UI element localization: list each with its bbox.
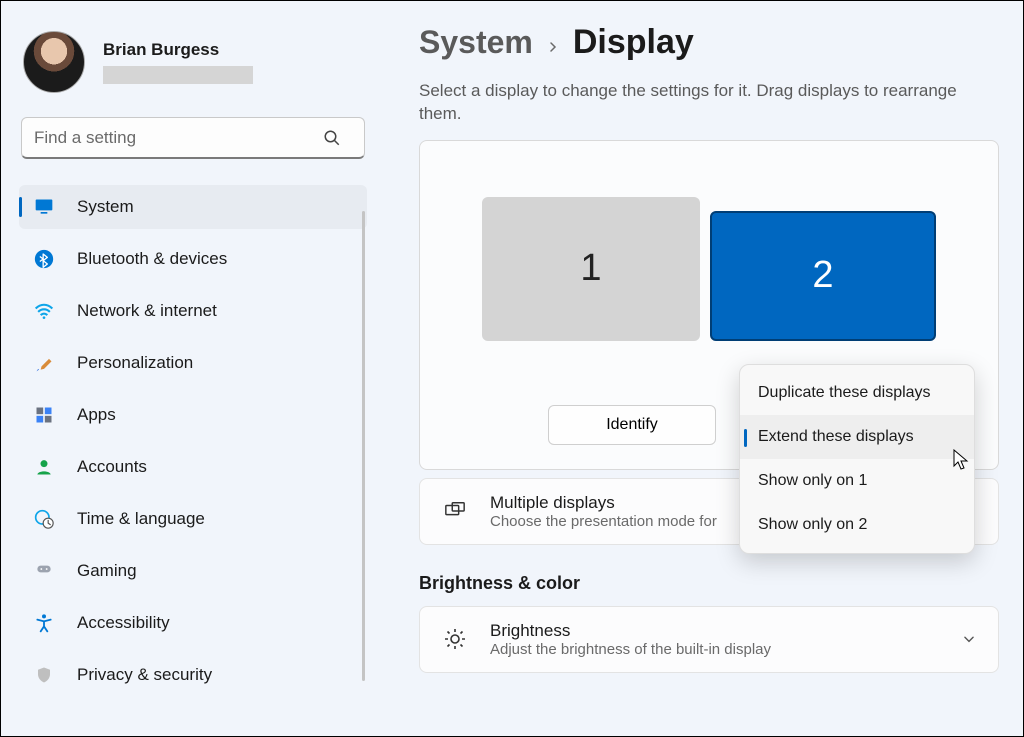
profile-block[interactable]: Brian Burgess	[19, 25, 371, 117]
nav-label: System	[77, 197, 134, 217]
brightness-icon	[442, 626, 468, 652]
mode-option-only2[interactable]: Show only on 2	[740, 503, 974, 547]
display-helper-text: Select a display to change the settings …	[419, 80, 999, 126]
clock-globe-icon	[33, 508, 55, 530]
nav-label: Privacy & security	[77, 665, 212, 685]
paintbrush-icon	[33, 352, 55, 374]
nav-item-accessibility[interactable]: Accessibility	[19, 601, 367, 645]
multiple-displays-icon	[442, 498, 468, 524]
breadcrumb-parent[interactable]: System	[419, 24, 533, 61]
nav-item-accounts[interactable]: Accounts	[19, 445, 367, 489]
search-input[interactable]	[21, 117, 365, 159]
cursor-icon	[953, 449, 969, 471]
chevron-right-icon	[547, 24, 559, 61]
nav-label: Network & internet	[77, 301, 217, 321]
nav-label: Gaming	[77, 561, 137, 581]
profile-email-redacted	[103, 66, 253, 84]
display-tile-1[interactable]: 1	[482, 197, 700, 341]
nav-item-time-language[interactable]: Time & language	[19, 497, 367, 541]
nav-list: System Bluetooth & devices Network & int…	[19, 185, 367, 697]
mode-option-label: Extend these displays	[758, 428, 914, 446]
nav-label: Apps	[77, 405, 116, 425]
identify-button-label: Identify	[606, 416, 658, 433]
brightness-section-heading: Brightness & color	[419, 573, 1001, 594]
nav-item-system[interactable]: System	[19, 185, 367, 229]
nav-item-bluetooth[interactable]: Bluetooth & devices	[19, 237, 367, 281]
display-tile-2[interactable]: 2	[710, 211, 936, 341]
mode-option-label: Show only on 2	[758, 516, 867, 534]
breadcrumb: System Display	[419, 23, 1001, 62]
person-icon	[33, 456, 55, 478]
sidebar: Brian Burgess System Bluetooth & d	[1, 1, 381, 736]
nav-item-apps[interactable]: Apps	[19, 393, 367, 437]
accessibility-icon	[33, 612, 55, 634]
nav-label: Time & language	[77, 509, 205, 529]
nav-item-gaming[interactable]: Gaming	[19, 549, 367, 593]
wifi-icon	[33, 300, 55, 322]
nav-item-privacy[interactable]: Privacy & security	[19, 653, 367, 697]
multiple-displays-title: Multiple displays	[490, 493, 717, 513]
brightness-title: Brightness	[490, 621, 771, 641]
avatar	[23, 31, 85, 93]
search-wrap	[21, 117, 369, 159]
breadcrumb-current: Display	[573, 23, 694, 62]
mode-option-duplicate[interactable]: Duplicate these displays	[740, 371, 974, 415]
brightness-subtitle: Adjust the brightness of the built-in di…	[490, 641, 771, 658]
brightness-card[interactable]: Brightness Adjust the brightness of the …	[419, 606, 999, 673]
mode-option-extend[interactable]: Extend these displays	[740, 415, 974, 459]
search-icon	[323, 129, 341, 147]
nav-label: Accounts	[77, 457, 147, 477]
mode-option-only1[interactable]: Show only on 1	[740, 459, 974, 503]
display-mode-dropdown[interactable]: Duplicate these displays Extend these di…	[739, 364, 975, 554]
nav-label: Accessibility	[77, 613, 170, 633]
nav-scrollbar[interactable]	[362, 211, 365, 681]
multiple-displays-subtitle: Choose the presentation mode for	[490, 513, 717, 530]
mode-option-label: Duplicate these displays	[758, 384, 931, 402]
display-tile-label: 2	[812, 254, 833, 297]
nav-label: Personalization	[77, 353, 193, 373]
nav-item-network[interactable]: Network & internet	[19, 289, 367, 333]
identify-button[interactable]: Identify	[548, 405, 716, 445]
apps-icon	[33, 404, 55, 426]
mode-option-label: Show only on 1	[758, 472, 867, 490]
bluetooth-icon	[33, 248, 55, 270]
shield-icon	[33, 664, 55, 686]
monitor-icon	[33, 196, 55, 218]
display-tile-label: 1	[580, 247, 601, 290]
profile-name: Brian Burgess	[103, 40, 253, 60]
nav-scroll: System Bluetooth & devices Network & int…	[19, 185, 371, 725]
nav-label: Bluetooth & devices	[77, 249, 227, 269]
gamepad-icon	[33, 560, 55, 582]
chevron-down-icon[interactable]	[962, 632, 976, 646]
nav-item-personalization[interactable]: Personalization	[19, 341, 367, 385]
